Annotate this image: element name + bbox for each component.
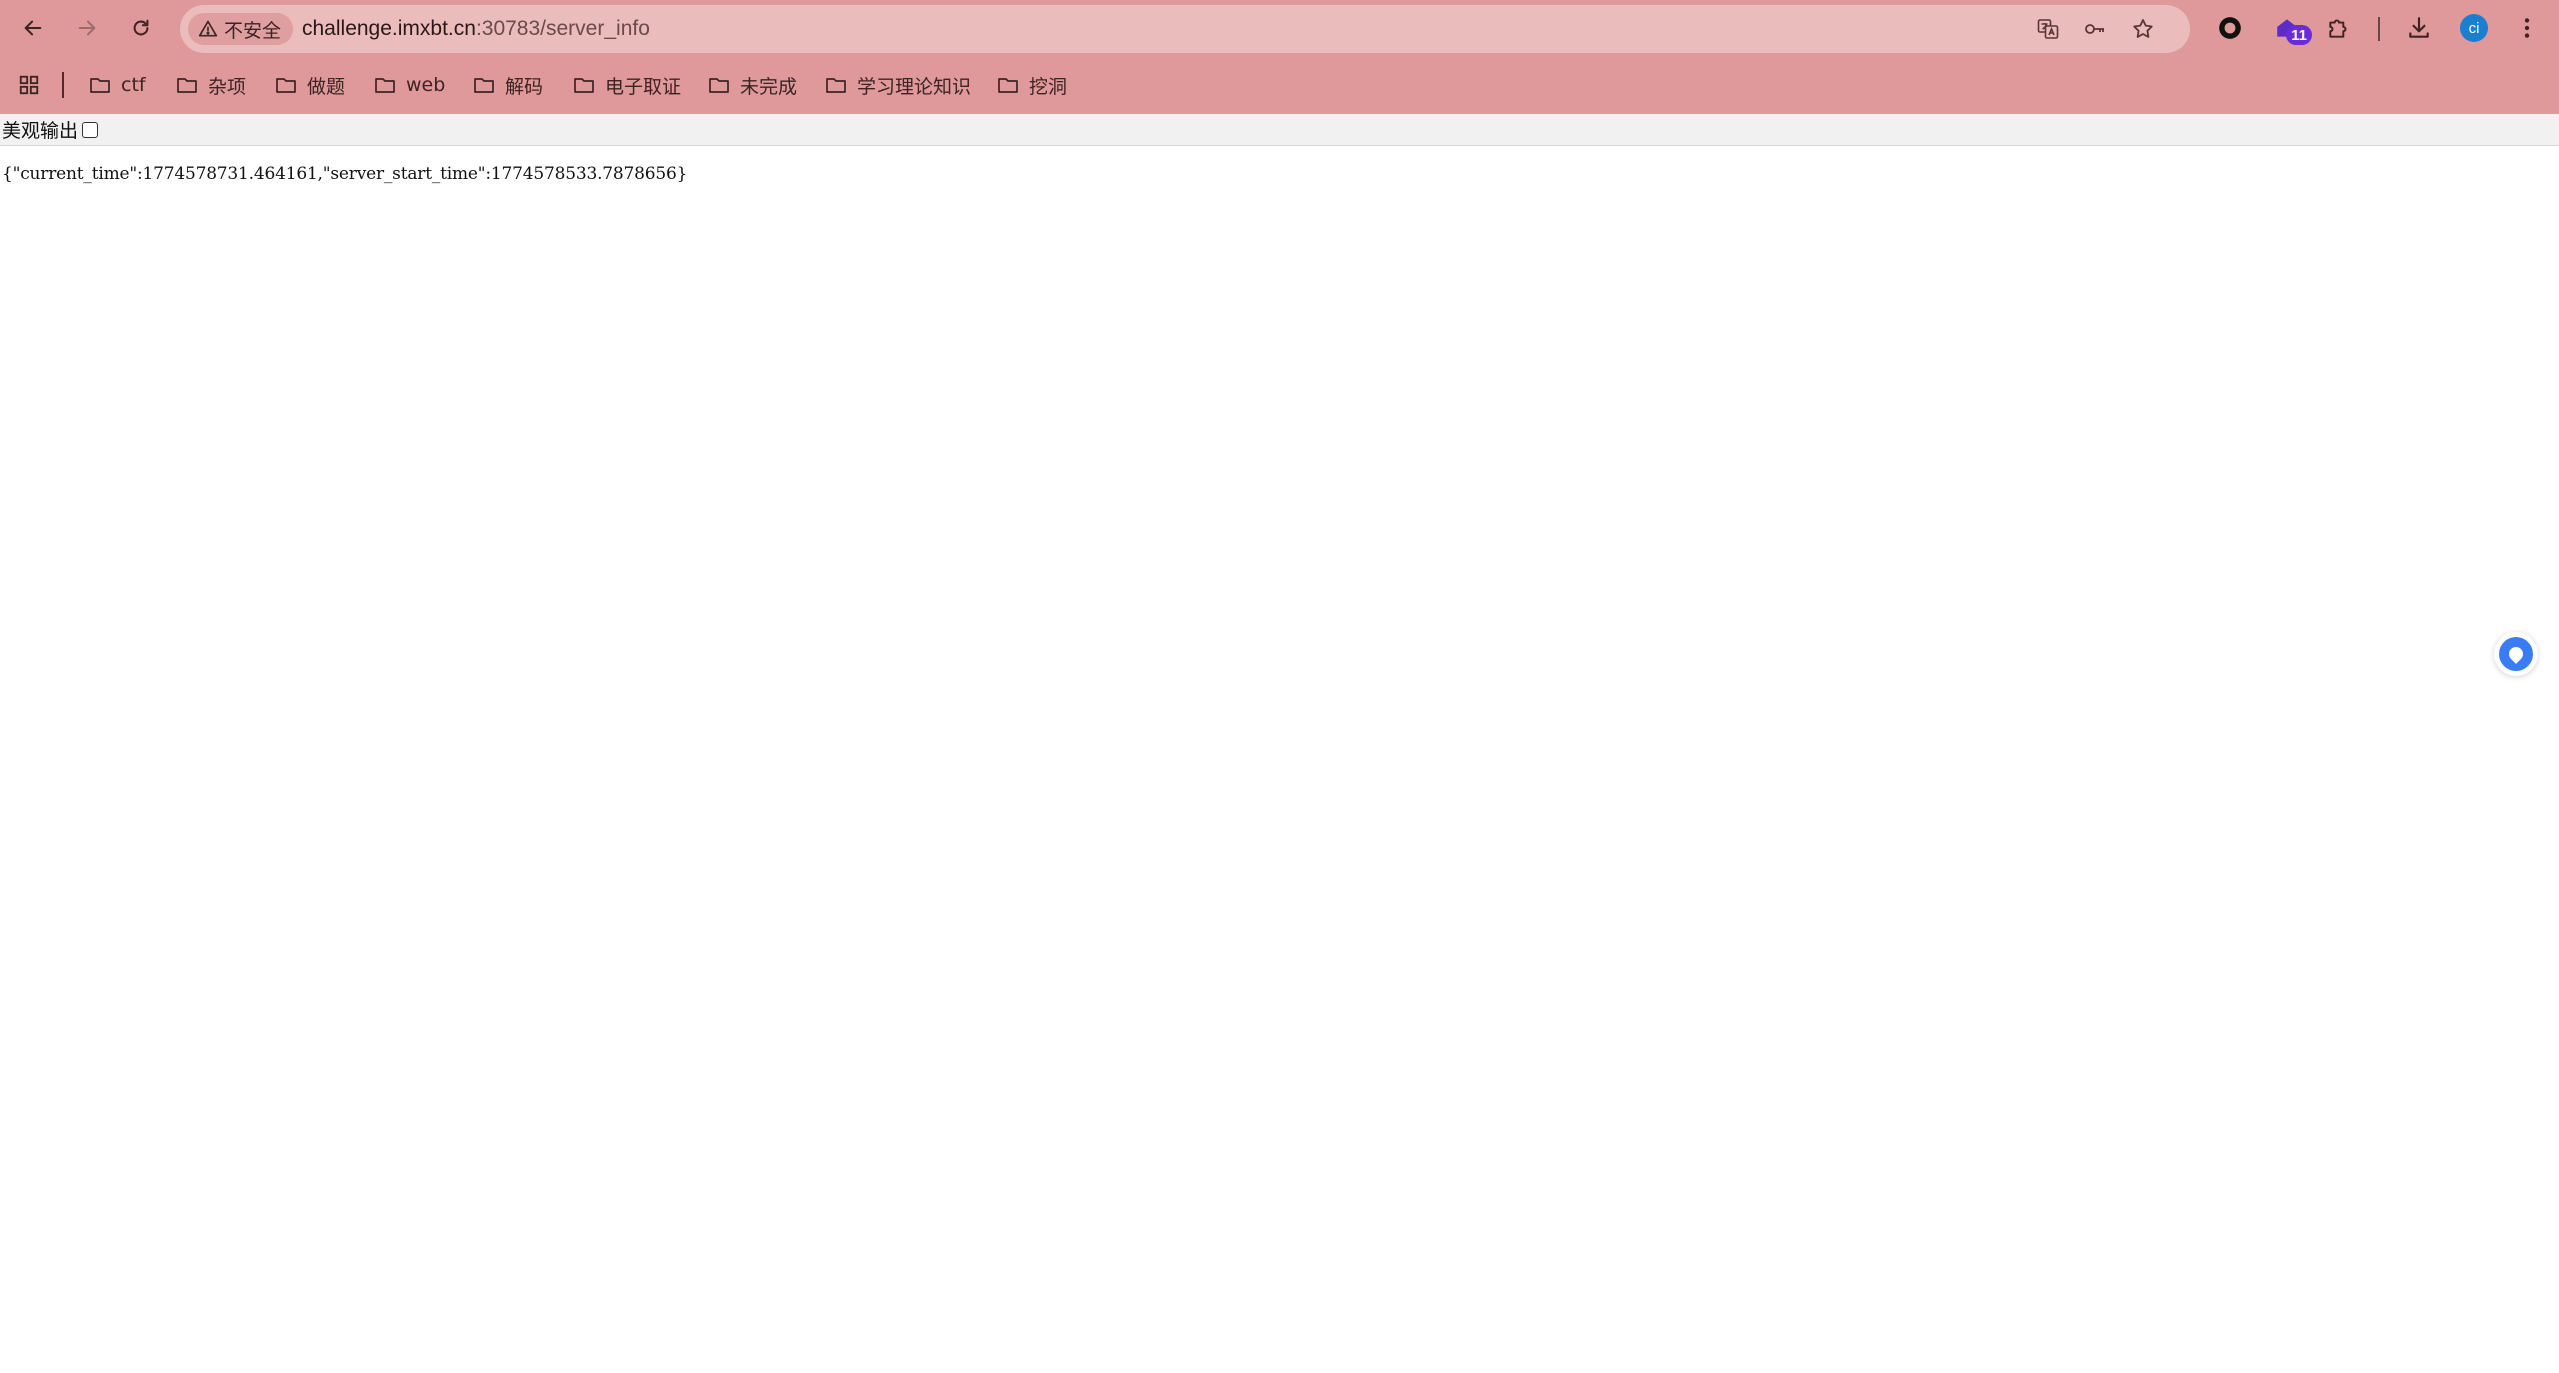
reload-icon [133,19,149,36]
reload-button[interactable] [123,10,159,46]
folder-icon [709,78,729,93]
bookmark-label: 挖洞 [1029,75,1068,98]
bookmark-folder-exercises[interactable]: 做题 [268,68,351,102]
folder-icon [177,78,197,93]
chat-bubble-dot [2506,644,2526,664]
extension-button[interactable] [2213,11,2247,45]
bookmark-folder-misc[interactable]: 杂项 [169,68,252,102]
bookmark-label: 杂项 [208,75,247,98]
bookmark-folder-unfinished[interactable]: 未完成 [701,68,803,102]
browser-toolbar: 不安全 challenge.imxbt.cn:30783/server_info… [0,0,2559,57]
url-text[interactable]: challenge.imxbt.cn:30783/server_info [302,17,650,41]
apps-grid-icon [19,75,39,95]
floating-assistant-button[interactable] [2494,632,2538,676]
bookmark-folder-theory[interactable]: 学习理论知识 [818,68,977,102]
extension-button-badged[interactable]: 11 [2270,11,2312,45]
folder-icon [90,78,110,93]
bookmark-star-button[interactable] [2128,14,2158,44]
more-vertical-icon [2524,18,2530,38]
downloads-button[interactable] [2402,11,2436,45]
folder-icon [474,78,494,93]
forward-button[interactable] [69,10,105,46]
bookmark-folder-ctf[interactable]: ctf [82,68,152,102]
folder-icon [574,78,594,93]
back-button[interactable] [15,10,51,46]
password-button[interactable] [2080,14,2110,44]
pretty-print-bar: 美观输出 [0,114,2559,146]
bookmarks-bar: ctf 杂项 做题 web 解码 电子取证 未完成 学习理论知识 挖洞 [0,64,2559,106]
puzzle-icon [2329,19,2347,38]
bookmark-folder-bughunt[interactable]: 挖洞 [990,68,1073,102]
url-host: challenge.imxbt.cn [302,17,476,40]
bookmark-label: ctf [121,74,146,96]
profile-button[interactable]: ci [2457,11,2491,45]
star-icon [2133,19,2153,38]
arrow-left-icon [24,20,42,36]
download-icon [2409,17,2429,38]
browser-chrome: 不安全 challenge.imxbt.cn:30783/server_info… [0,0,2559,114]
bookmark-folder-web[interactable]: web [367,68,451,102]
browser-menu-button[interactable] [2510,11,2544,45]
bookmark-folder-decode[interactable]: 解码 [466,68,549,102]
key-icon [2085,24,2104,34]
security-indicator[interactable]: 不安全 [188,13,294,45]
pretty-print-label: 美观输出 [2,120,79,142]
bookmarks-separator [62,72,64,98]
json-response-text: {"current_time":1774578731.464161,"serve… [2,164,688,184]
translate-button[interactable] [2033,14,2063,44]
pretty-print-checkbox[interactable] [82,121,99,138]
url-path: :30783/server_info [475,17,650,40]
folder-icon [998,78,1018,93]
bookmark-label: web [406,74,446,96]
security-label: 不安全 [224,19,282,42]
apps-button[interactable] [14,70,44,100]
bookmark-label: 电子取证 [605,75,682,98]
warning-icon [198,20,218,37]
avatar: ci [2460,14,2488,42]
folder-icon [276,78,296,93]
extension-badge: 11 [2286,25,2312,45]
arrow-right-icon [78,20,96,36]
folder-icon [375,78,395,93]
translate-icon [2037,19,2059,39]
bookmark-label: 做题 [307,75,346,98]
toolbar-divider [2378,17,2380,41]
bookmark-label: 未完成 [740,75,798,98]
chat-bubble-icon [2499,637,2533,671]
bookmark-label: 学习理论知识 [857,75,972,98]
extensions-menu-button[interactable] [2322,11,2356,45]
address-bar[interactable]: 不安全 challenge.imxbt.cn:30783/server_info [180,5,2190,53]
bookmark-label: 解码 [505,75,544,98]
circle-extension-icon [2219,17,2241,39]
folder-icon [826,78,846,93]
bookmark-folder-forensics[interactable]: 电子取证 [566,68,687,102]
